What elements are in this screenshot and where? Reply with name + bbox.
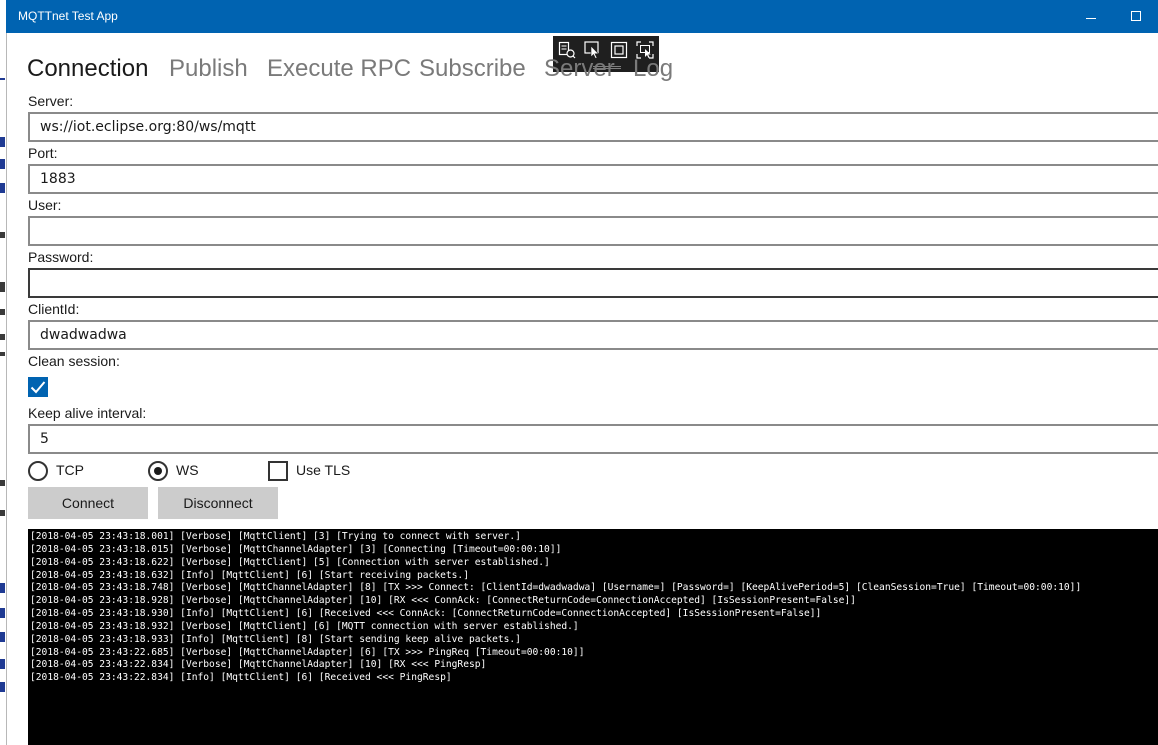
port-input[interactable]: 1883 [28,164,1158,194]
connect-button[interactable]: Connect [28,487,148,519]
tcp-label[interactable]: TCP [56,462,84,478]
background-window-edge [0,0,7,745]
log-line: [2018-04-05 23:43:18.933] [Info] [MqttCl… [30,633,521,645]
server-input[interactable]: ws://iot.eclipse.org:80/ws/mqtt [28,112,1158,142]
app-window: MQTTnet Test App Connection Publish Exec… [0,0,1158,745]
log-line: [2018-04-05 23:43:18.930] [Info] [MqttCl… [30,608,822,620]
log-line: [2018-04-05 23:43:18.001] [Verbose] [Mqt… [30,531,521,542]
use-tls-label[interactable]: Use TLS [296,462,350,478]
minimize-icon[interactable] [1080,2,1104,30]
checkmark-icon [30,381,46,394]
password-label: Password: [28,249,94,265]
user-label: User: [28,197,62,213]
title-bar[interactable]: MQTTnet Test App [6,0,1158,33]
password-input[interactable] [28,268,1158,298]
keepalive-input[interactable]: 5 [28,424,1158,454]
window-title: MQTTnet Test App [18,9,118,23]
tcp-radio[interactable] [28,461,48,481]
ws-radio[interactable] [148,461,168,481]
tab-publish[interactable]: Publish [169,55,248,83]
clean-session-label: Clean session: [28,353,120,369]
tab-execute-rpc[interactable]: Execute RPC [267,55,411,83]
tab-log[interactable]: Log [633,55,673,83]
clean-session-checkbox[interactable] [28,377,48,397]
log-line: [2018-04-05 23:43:22.834] [Info] [MqttCl… [30,672,452,684]
log-line: [2018-04-05 23:43:22.834] [Verbose] [Mqt… [30,659,487,671]
log-line: [2018-04-05 23:43:22.685] [Verbose] [Mqt… [30,646,585,658]
maximize-icon[interactable] [1124,2,1148,30]
log-line: [2018-04-05 23:43:18.622] [Verbose] [Mqt… [30,556,550,568]
tab-subscribe[interactable]: Subscribe [419,55,526,83]
clientid-label: ClientId: [28,301,80,317]
log-line: [2018-04-05 23:43:18.932] [Verbose] [Mqt… [30,620,579,632]
tab-server[interactable]: Server [544,55,615,83]
log-line: [2018-04-05 23:43:18.632] [Info] [MqttCl… [30,569,469,581]
user-input[interactable] [28,216,1158,246]
disconnect-button[interactable]: Disconnect [158,487,278,519]
ws-label[interactable]: WS [176,462,199,478]
log-output[interactable]: [2018-04-05 23:43:18.001] [Verbose] [Mqt… [28,529,1158,745]
server-label: Server: [28,93,74,109]
log-line: [2018-04-05 23:43:18.015] [Verbose] [Mqt… [30,543,562,555]
keepalive-label: Keep alive interval: [28,405,147,421]
use-tls-checkbox[interactable] [268,461,288,481]
port-label: Port: [28,145,58,161]
log-line: [2018-04-05 23:43:18.928] [Verbose] [Mqt… [30,595,856,607]
radio-selected-dot [154,467,162,475]
clientid-input[interactable]: dwadwadwa [28,320,1158,350]
log-line: [2018-04-05 23:43:18.748] [Verbose] [Mqt… [30,582,1082,594]
tab-connection[interactable]: Connection [27,55,148,83]
